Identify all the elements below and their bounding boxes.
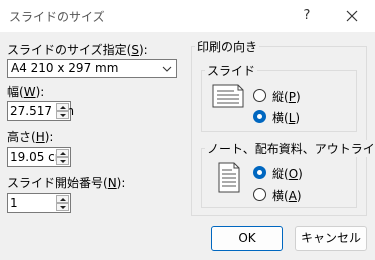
arrow-up-icon (60, 106, 66, 109)
notes-portrait-label: 縦(O) (272, 167, 303, 181)
start-number-label: スライド開始番号(N): (7, 176, 126, 190)
close-button[interactable] (334, 0, 370, 32)
notes-orientation-title: ノート、配布資料、アウトライン (205, 140, 375, 157)
orientation-group-title: 印刷の向き (195, 38, 260, 55)
close-icon (346, 10, 358, 22)
arrow-down-icon (60, 114, 66, 117)
help-icon: ? (303, 8, 311, 23)
ok-button[interactable]: OK (211, 226, 283, 251)
height-increment-button[interactable] (56, 149, 69, 157)
dialog-title: スライドのサイズ (9, 10, 105, 24)
chevron-down-icon (162, 66, 172, 72)
slide-size-dropdown[interactable]: A4 210 x 297 mm (7, 59, 177, 78)
portrait-page-icon (218, 162, 240, 193)
radio-circle (253, 188, 266, 201)
height-label: 高さ(H): (7, 130, 54, 144)
width-decrement-button[interactable] (56, 111, 69, 119)
slides-orientation-title: スライド (205, 62, 258, 79)
start-number-spinner[interactable]: 1 (7, 193, 71, 213)
landscape-page-icon (212, 84, 244, 108)
cancel-button[interactable]: キャンセル (295, 226, 367, 251)
arrow-down-icon (60, 206, 66, 209)
slides-landscape-label: 横(L) (272, 111, 301, 125)
help-button[interactable]: ? (290, 0, 324, 32)
arrow-down-icon (60, 160, 66, 163)
width-label: 幅(W): (7, 85, 45, 99)
title-bar: スライドのサイズ ? (0, 0, 375, 32)
slide-size-value: A4 210 x 297 mm (11, 61, 119, 75)
notes-landscape-label: 横(A) (272, 189, 302, 203)
radio-circle (253, 166, 266, 179)
slides-portrait-label: 縦(P) (272, 90, 301, 104)
width-spinner[interactable]: 27.517 cm (7, 101, 74, 121)
height-spinner[interactable]: 19.05 cm (7, 147, 71, 167)
radio-circle (253, 110, 266, 123)
slide-size-label: スライドのサイズ指定(S): (7, 43, 148, 57)
radio-circle (253, 89, 266, 102)
arrow-up-icon (60, 152, 66, 155)
start-number-decrement-button[interactable] (56, 203, 69, 211)
width-increment-button[interactable] (56, 103, 69, 111)
height-decrement-button[interactable] (56, 157, 69, 165)
start-number-value: 1 (10, 196, 18, 210)
start-number-increment-button[interactable] (56, 195, 69, 203)
arrow-up-icon (60, 198, 66, 201)
